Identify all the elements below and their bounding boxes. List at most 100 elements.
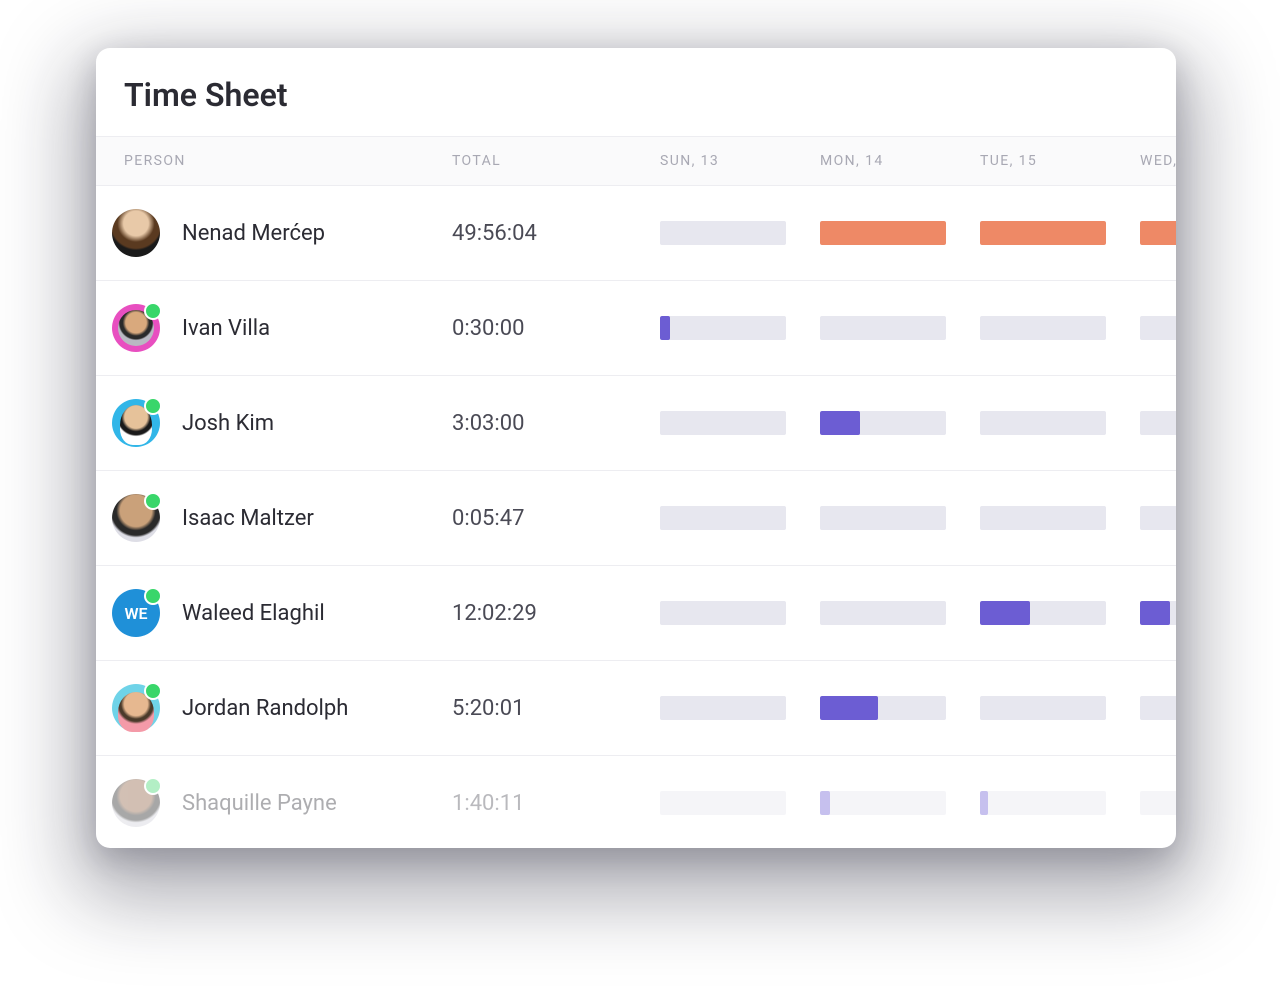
header-day-mon[interactable]: MON, 14: [820, 153, 980, 169]
time-bar-fill: [1140, 601, 1170, 625]
avatar[interactable]: [112, 209, 160, 257]
time-bar-track: [660, 791, 786, 815]
person-cell[interactable]: Isaac Maltzer: [112, 494, 452, 542]
day-cell[interactable]: [660, 506, 820, 530]
day-cell[interactable]: [1140, 791, 1176, 815]
avatar[interactable]: [112, 304, 160, 352]
time-bar-track: [980, 221, 1106, 245]
time-bar-track: [1140, 601, 1176, 625]
time-bar-track: [1140, 221, 1176, 245]
day-cell[interactable]: [820, 601, 980, 625]
time-bar-fill: [980, 791, 988, 815]
day-bars: [660, 601, 1176, 625]
table-header: PERSON TOTAL SUN, 13 MON, 14 TUE, 15 WED…: [96, 136, 1176, 186]
day-cell[interactable]: [1140, 221, 1176, 245]
presence-indicator-icon: [144, 777, 162, 795]
time-bar-track: [820, 791, 946, 815]
day-bars: [660, 696, 1176, 720]
presence-indicator-icon: [144, 397, 162, 415]
total-time: 0:30:00: [452, 316, 660, 341]
day-bars: [660, 791, 1176, 815]
day-cell[interactable]: [1140, 506, 1176, 530]
person-cell[interactable]: Ivan Villa: [112, 304, 452, 352]
avatar[interactable]: [112, 399, 160, 447]
person-name: Jordan Randolph: [182, 696, 348, 721]
presence-indicator-icon: [144, 587, 162, 605]
presence-indicator-icon: [144, 302, 162, 320]
day-cell[interactable]: [980, 601, 1140, 625]
day-cell[interactable]: [980, 791, 1140, 815]
table-row[interactable]: WE Waleed Elaghil 12:02:29: [96, 566, 1176, 661]
presence-indicator-icon: [144, 492, 162, 510]
total-time: 0:05:47: [452, 506, 660, 531]
time-bar-track: [980, 791, 1106, 815]
time-bar-track: [1140, 316, 1176, 340]
time-bar-track: [820, 601, 946, 625]
table-row[interactable]: Shaquille Payne1:40:11: [96, 756, 1176, 848]
day-cell[interactable]: [980, 221, 1140, 245]
day-cell[interactable]: [980, 411, 1140, 435]
day-bars: [660, 411, 1176, 435]
header-total[interactable]: TOTAL: [452, 153, 660, 169]
table-row[interactable]: Isaac Maltzer 0:05:47: [96, 471, 1176, 566]
table-row[interactable]: Nenad Merćep49:56:04: [96, 186, 1176, 281]
day-cell[interactable]: [820, 506, 980, 530]
avatar[interactable]: [112, 779, 160, 827]
time-bar-fill: [660, 316, 670, 340]
time-bar-fill: [1140, 221, 1176, 245]
time-bar-track: [980, 601, 1106, 625]
person-name: Josh Kim: [182, 411, 274, 436]
avatar[interactable]: [112, 494, 160, 542]
day-cell[interactable]: [820, 411, 980, 435]
total-time: 5:20:01: [452, 696, 660, 721]
person-cell[interactable]: Shaquille Payne: [112, 779, 452, 827]
day-cell[interactable]: [1140, 316, 1176, 340]
time-bar-track: [1140, 411, 1176, 435]
header-day-tue[interactable]: TUE, 15: [980, 153, 1140, 169]
time-bar-track: [820, 221, 946, 245]
day-cell[interactable]: [660, 411, 820, 435]
time-bar-fill: [820, 411, 860, 435]
time-bar-track: [820, 411, 946, 435]
day-cell[interactable]: [820, 316, 980, 340]
table-row[interactable]: Ivan Villa0:30:00: [96, 281, 1176, 376]
day-cell[interactable]: [1140, 411, 1176, 435]
day-cell[interactable]: [660, 221, 820, 245]
time-bar-fill: [820, 696, 878, 720]
day-cell[interactable]: [980, 506, 1140, 530]
time-bar-track: [660, 221, 786, 245]
total-time: 12:02:29: [452, 601, 660, 626]
day-cell[interactable]: [660, 696, 820, 720]
day-cell[interactable]: [820, 696, 980, 720]
person-name: Isaac Maltzer: [182, 506, 314, 531]
day-cell[interactable]: [1140, 601, 1176, 625]
day-cell[interactable]: [660, 601, 820, 625]
day-cell[interactable]: [980, 316, 1140, 340]
time-bar-track: [980, 696, 1106, 720]
table-row[interactable]: Josh Kim 3:03:00: [96, 376, 1176, 471]
day-cell[interactable]: [980, 696, 1140, 720]
header-day-sun[interactable]: SUN, 13: [660, 153, 820, 169]
total-time: 3:03:00: [452, 411, 660, 436]
header-day-wed[interactable]: WED,: [1140, 153, 1176, 169]
day-cell[interactable]: [1140, 696, 1176, 720]
person-cell[interactable]: Nenad Merćep: [112, 209, 452, 257]
avatar[interactable]: [112, 684, 160, 732]
header-person[interactable]: PERSON: [124, 153, 452, 169]
time-bar-track: [660, 506, 786, 530]
day-cell[interactable]: [660, 791, 820, 815]
time-bar-track: [1140, 791, 1176, 815]
time-bar-track: [660, 601, 786, 625]
person-name: Waleed Elaghil: [182, 601, 325, 626]
day-cell[interactable]: [660, 316, 820, 340]
person-cell[interactable]: WE Waleed Elaghil: [112, 589, 452, 637]
person-cell[interactable]: Josh Kim: [112, 399, 452, 447]
person-name: Shaquille Payne: [182, 791, 337, 816]
page-title: Time Sheet: [96, 48, 1176, 136]
table-body: Nenad Merćep49:56:04Ivan Villa0:30:00Jos…: [96, 186, 1176, 848]
day-cell[interactable]: [820, 791, 980, 815]
avatar[interactable]: WE: [112, 589, 160, 637]
day-cell[interactable]: [820, 221, 980, 245]
person-cell[interactable]: Jordan Randolph: [112, 684, 452, 732]
table-row[interactable]: Jordan Randolph 5:20:01: [96, 661, 1176, 756]
